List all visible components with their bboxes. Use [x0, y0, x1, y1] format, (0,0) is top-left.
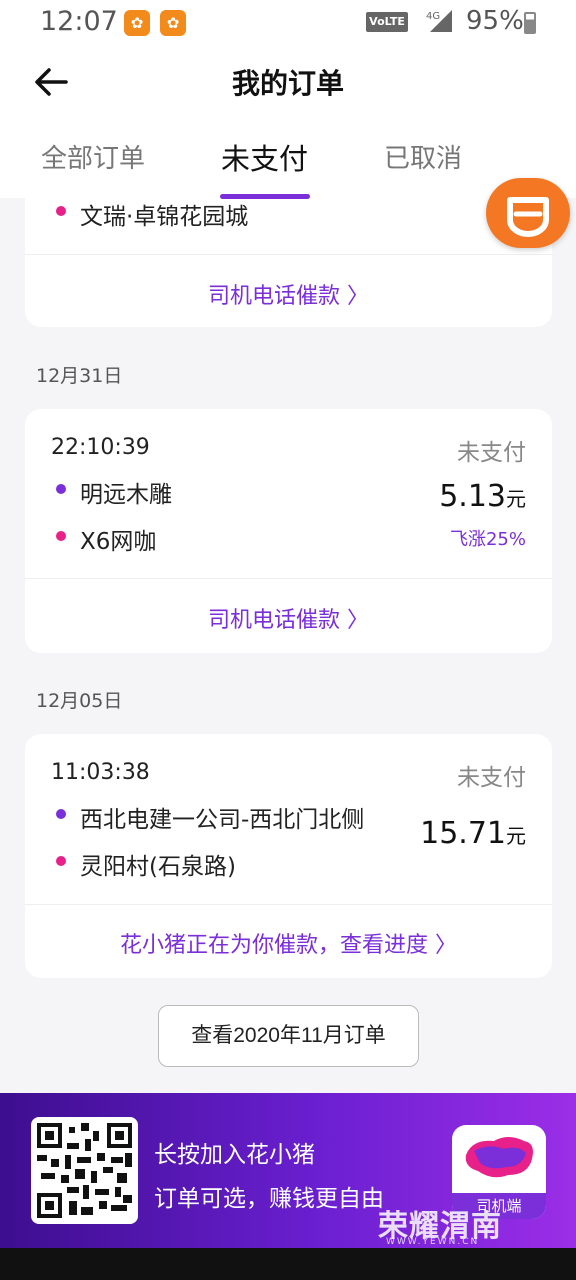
signal-icon: 4G: [426, 10, 452, 32]
active-tab-indicator: [220, 194, 310, 199]
order-start-location: 西北电建一公司-西北门北侧: [80, 807, 365, 833]
status-time: 12:07: [40, 6, 118, 37]
svg-text:4G: 4G: [426, 11, 440, 22]
order-price: 5.13元: [439, 479, 526, 514]
end-dot: [56, 856, 66, 866]
banner-subline: 订单可选，赚钱更自由: [154, 1186, 384, 1212]
system-nav-bar: [0, 1248, 576, 1280]
qr-code-icon: [37, 1123, 132, 1218]
surge-badge: 飞涨25%: [449, 529, 526, 550]
pig-logo-icon: [465, 1137, 533, 1178]
page-title: 我的订单: [231, 67, 344, 100]
tab-unpaid[interactable]: 未支付: [221, 136, 308, 178]
volte-badge: VoLTE: [366, 12, 408, 32]
uc-browser-icon: ✿: [160, 10, 186, 36]
start-dot: [56, 809, 66, 819]
order-status: 未支付: [457, 765, 526, 791]
order-start-location: 明远木雕: [80, 482, 172, 508]
uc-browser-icon: ✿: [124, 10, 150, 36]
order-card[interactable]: 11:03:38 未支付 西北电建一公司-西北门北侧 灵阳村(石泉路) 15.7…: [25, 734, 552, 978]
order-date: 12月05日: [36, 690, 123, 712]
price-unit: 元: [506, 487, 526, 511]
price-value: 5.13: [439, 479, 506, 514]
order-price: 15.71元: [420, 816, 526, 851]
order-date: 12月31日: [36, 365, 123, 387]
order-end-location: X6网咖: [80, 529, 157, 555]
call-driver-pay-link[interactable]: 司机电话催款 〉: [25, 278, 552, 310]
watermark-url: WWW.YEWN.CN: [386, 1237, 480, 1247]
didi-logo-icon: [507, 197, 549, 237]
promo-banner[interactable]: 长按加入花小猪 订单可选，赚钱更自由 司机端 荣耀渭南 WWW.YEWN.CN: [0, 1093, 576, 1248]
order-card[interactable]: 22:10:39 未支付 明远木雕 X6网咖 5.13元 飞涨25% 司机电话催…: [25, 409, 552, 653]
divider: [25, 254, 552, 255]
tab-cancelled[interactable]: 已取消: [384, 138, 462, 175]
price-unit: 元: [506, 824, 526, 848]
tab-all-orders[interactable]: 全部订单: [41, 138, 145, 175]
qr-code: [31, 1117, 138, 1224]
price-value: 15.71: [420, 816, 506, 851]
end-dot: [56, 531, 66, 541]
view-november-orders-button[interactable]: 查看2020年11月订单: [158, 1005, 419, 1067]
start-dot: [56, 484, 66, 494]
order-card[interactable]: 文瑞·卓锦花园城 司机电话催款 〉: [25, 186, 552, 327]
payment-progress-link[interactable]: 花小猪正在为你催款，查看进度 〉: [25, 927, 552, 959]
order-time: 11:03:38: [51, 760, 150, 785]
divider: [25, 904, 552, 905]
didi-float-button[interactable]: [486, 178, 570, 248]
status-bar: 12:07 ✿ ✿ VoLTE 4G 95%: [0, 0, 576, 44]
call-driver-pay-link[interactable]: 司机电话催款 〉: [25, 602, 552, 634]
order-time: 22:10:39: [51, 435, 150, 460]
battery-icon: [524, 12, 536, 34]
battery-percent: 95%: [466, 6, 524, 36]
order-end-location: 文瑞·卓锦花园城: [80, 204, 249, 230]
page-header: 我的订单: [0, 44, 576, 124]
order-end-location: 灵阳村(石泉路): [80, 854, 236, 880]
order-status: 未支付: [457, 440, 526, 466]
divider: [25, 578, 552, 579]
end-dot: [56, 206, 66, 216]
banner-headline: 长按加入花小猪: [154, 1142, 315, 1168]
